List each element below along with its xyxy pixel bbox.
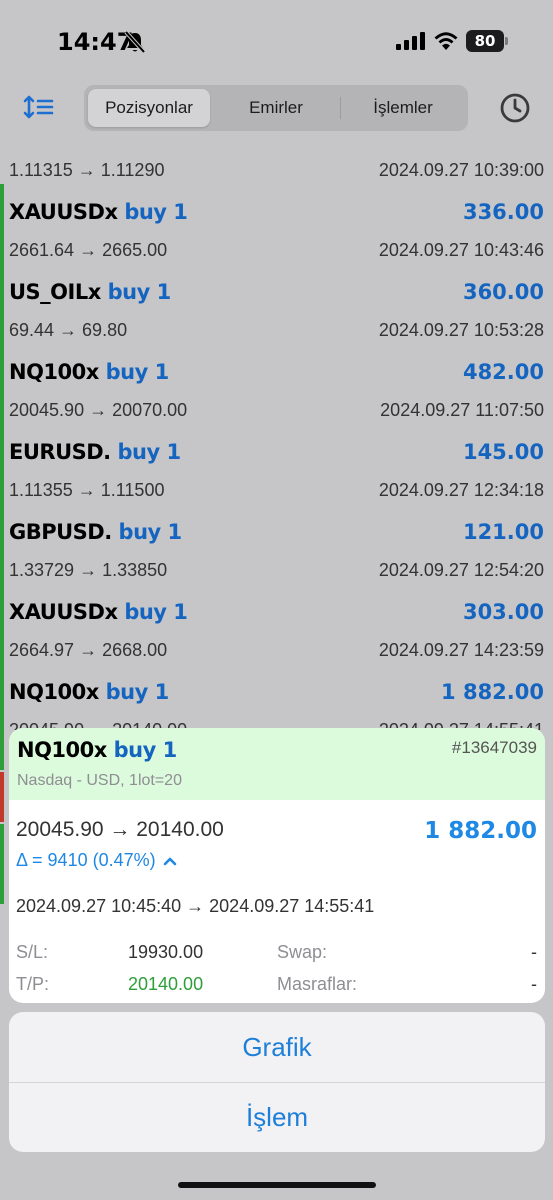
position-profit: 121.00 — [462, 520, 544, 544]
position-date: 2024.09.27 10:53:28 — [378, 320, 544, 340]
detail-delta[interactable]: Δ = 9410 (0.47%) — [16, 850, 177, 871]
detail-header: NQ100x buy 1 #13647039 Nasdaq - USD, 1lo… — [9, 728, 545, 800]
position-prices: 69.44 → 69.80 — [9, 320, 128, 340]
position-prices: 2661.64 → 2665.00 — [9, 240, 168, 260]
tab-orders[interactable]: Emirler — [214, 89, 338, 127]
battery-icon: 80 — [466, 30, 508, 52]
tab-deals[interactable]: İşlemler — [342, 89, 464, 127]
position-symbol: XAUUSDx buy 1 — [9, 200, 188, 224]
position-prices: 1.11355 → 1.11500 — [9, 480, 165, 500]
position-direction: buy 1 — [124, 200, 188, 224]
cellular-signal-icon — [396, 32, 425, 50]
position-prices: 20045.90 → 20070.00 — [9, 400, 188, 420]
position-date: 2024.09.27 12:34:18 — [378, 480, 544, 500]
position-profit: 336.00 — [462, 200, 544, 224]
positions-list[interactable]: 1.11315 → 1.11290 2024.09.27 10:39:00 XA… — [0, 134, 553, 730]
list-item[interactable]: XAUUSDx buy 1 303.00 2664.97 → 2668.00 2… — [0, 584, 553, 664]
sort-icon[interactable] — [22, 92, 56, 122]
detail-times: 2024.09.27 10:45:40 → 2024.09.27 14:55:4… — [16, 896, 375, 916]
position-prices: 1.11315 → 1.11290 — [9, 160, 165, 180]
trade-button[interactable]: İşlem — [9, 1082, 545, 1152]
buy-indicator-bar — [0, 344, 4, 424]
swap-label: Swap: — [277, 942, 328, 962]
position-date: 2024.09.27 12:54:20 — [378, 560, 544, 580]
position-direction: buy 1 — [117, 440, 181, 464]
bell-muted-icon — [124, 30, 146, 54]
list-item[interactable]: NQ100x buy 1 1 882.00 20045.90 → 20140.0… — [0, 664, 553, 730]
buy-indicator-bar — [0, 664, 4, 730]
status-time: 14:47 — [57, 28, 134, 56]
view-segmented-control: Pozisyonlar Emirler İşlemler — [84, 85, 468, 131]
position-date: 2024.09.27 10:43:46 — [378, 240, 544, 260]
toolbar: Pozisyonlar Emirler İşlemler — [0, 82, 553, 134]
position-detail-card: NQ100x buy 1 #13647039 Nasdaq - USD, 1lo… — [9, 728, 545, 1003]
position-direction: buy 1 — [105, 360, 170, 384]
detail-symbol: NQ100x buy 1 — [17, 738, 177, 762]
list-item[interactable]: EURUSD. buy 1 145.00 1.11355 → 1.11500 2… — [0, 424, 553, 504]
buy-indicator-bar — [0, 424, 4, 504]
sl-label: S/L: — [16, 942, 49, 962]
buy-indicator-bar — [0, 730, 4, 770]
position-direction: buy 1 — [118, 520, 183, 544]
position-symbol: NQ100x buy 1 — [9, 680, 169, 704]
position-symbol: GBPUSD. buy 1 — [9, 520, 182, 544]
position-profit: 1 882.00 — [441, 680, 544, 704]
clock-icon[interactable] — [498, 91, 532, 125]
tp-value: 20140.00 — [128, 974, 204, 994]
position-symbol: NQ100x buy 1 — [9, 360, 169, 384]
position-symbol: US_OILx buy 1 — [9, 280, 171, 304]
detail-direction: buy 1 — [113, 738, 178, 762]
chevron-up-icon — [163, 857, 176, 866]
buy-indicator-bar — [0, 264, 4, 344]
wifi-icon — [434, 32, 458, 50]
chart-button[interactable]: Grafik — [9, 1012, 545, 1082]
buy-indicator-bar — [0, 584, 4, 664]
sl-value: 19930.00 — [128, 942, 204, 962]
position-direction: buy 1 — [105, 680, 170, 704]
position-date: 2024.09.27 10:39:00 — [378, 160, 544, 180]
list-item[interactable]: XAUUSDx buy 1 336.00 2661.64 → 2665.00 2… — [0, 184, 553, 264]
sell-indicator-bar — [0, 772, 4, 822]
detail-ticket: #13647039 — [451, 738, 537, 757]
position-profit: 360.00 — [462, 280, 544, 304]
position-symbol: XAUUSDx buy 1 — [9, 600, 188, 624]
detail-profit: 1 882.00 — [424, 818, 537, 844]
position-profit: 482.00 — [462, 360, 544, 384]
battery-level: 80 — [466, 30, 504, 52]
position-direction: buy 1 — [107, 280, 172, 304]
home-indicator[interactable] — [178, 1182, 376, 1188]
action-sheet: Grafik İşlem — [9, 1012, 545, 1152]
position-prices: 2664.97 → 2668.00 — [9, 640, 168, 660]
fees-label: Masraflar: — [277, 974, 358, 994]
position-prices: 1.33729 → 1.33850 — [9, 560, 168, 580]
position-symbol: EURUSD. buy 1 — [9, 440, 181, 464]
detail-description: Nasdaq - USD, 1lot=20 — [17, 772, 182, 789]
position-date: 2024.09.27 14:23:59 — [378, 640, 544, 660]
position-date: 2024.09.27 11:07:50 — [380, 400, 544, 420]
buy-indicator-bar — [0, 824, 4, 904]
fees-value: - — [531, 974, 537, 994]
position-profit: 145.00 — [462, 440, 544, 464]
list-item[interactable]: NQ100x buy 1 482.00 20045.90 → 20070.00 … — [0, 344, 553, 424]
tab-positions[interactable]: Pozisyonlar — [88, 89, 210, 127]
list-item[interactable]: US_OILx buy 1 360.00 69.44 → 69.80 2024.… — [0, 264, 553, 344]
list-item[interactable]: 1.11315 → 1.11290 2024.09.27 10:39:00 — [0, 134, 553, 184]
position-direction: buy 1 — [124, 600, 188, 624]
status-bar: 14:47 80 — [0, 0, 553, 80]
tp-label: T/P: — [16, 974, 50, 994]
position-profit: 303.00 — [462, 600, 544, 624]
buy-indicator-bar — [0, 184, 4, 264]
buy-indicator-bar — [0, 504, 4, 584]
swap-value: - — [531, 942, 537, 962]
list-item[interactable]: GBPUSD. buy 1 121.00 1.33729 → 1.33850 2… — [0, 504, 553, 584]
detail-prices: 20045.90 → 20140.00 — [16, 818, 224, 841]
